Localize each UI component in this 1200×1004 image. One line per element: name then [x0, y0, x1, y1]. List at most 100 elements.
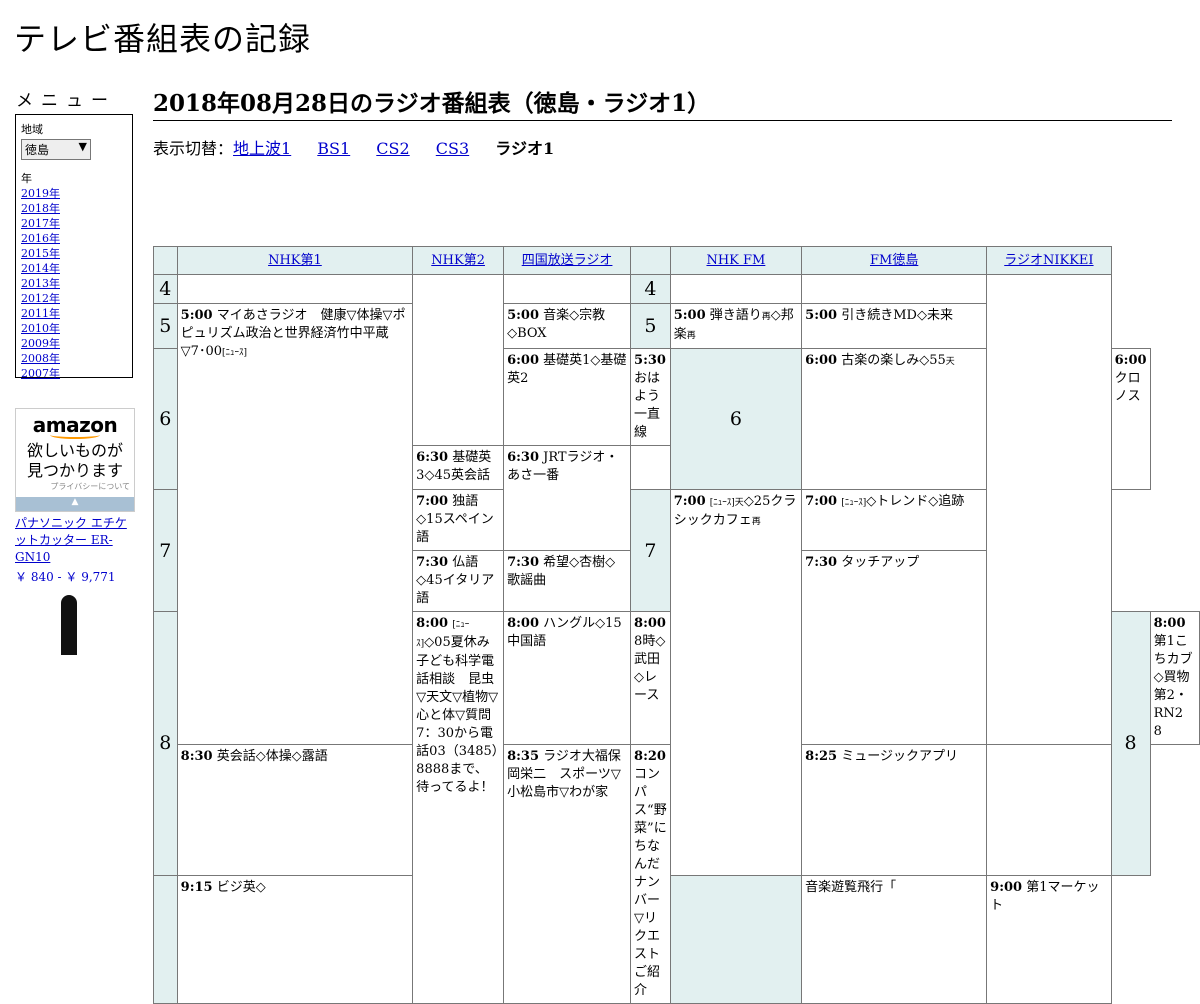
year-link[interactable]: 2017年 [21, 216, 127, 231]
program-title: タッチアップ [841, 555, 920, 570]
program-time: 7:00 [805, 494, 838, 509]
hour-cell: 7 [153, 489, 178, 612]
program-time: 8:30 [180, 749, 213, 764]
program-cell[interactable]: 6:00 古楽の楽しみ◇55天 [801, 348, 988, 490]
program-title: ビジ英◇ [216, 879, 266, 895]
program-title: 第1こちカブ◇買物第2・RN2 8 [1153, 634, 1197, 739]
channel-link-fmtokushima[interactable]: FM徳島 [870, 253, 918, 268]
channel-header: 四国放送ラジオ [503, 246, 632, 275]
program-title: ミュージックアプリ [841, 749, 958, 764]
year-link[interactable]: 2015年 [21, 246, 127, 261]
product-image[interactable] [61, 595, 77, 655]
year-link[interactable]: 2011年 [21, 306, 127, 321]
year-link[interactable]: 2010年 [21, 321, 127, 336]
program-cell[interactable]: 8:00 ハングル◇15中国語 [503, 611, 632, 745]
switch-link-terrestrial[interactable]: 地上波1 [233, 139, 291, 158]
program-time: 6:00 [507, 353, 540, 368]
amazon-logo: amazon [32, 413, 118, 437]
switch-link-cs3[interactable]: CS3 [436, 139, 469, 158]
program-cell[interactable]: 7:00 [ﾆｭｰｽ]天◇25クラシックカフェ再 [669, 489, 803, 876]
program-time: 8:00 [507, 616, 540, 631]
program-cell[interactable]: 8:25 ミュージックアプリ [801, 744, 988, 876]
program-time: 5:00 [673, 308, 706, 323]
year-link[interactable]: 2014年 [21, 261, 127, 276]
channel-link-nikkei[interactable]: ラジオNIKKEI [1004, 253, 1093, 268]
program-cell[interactable]: 8:30 英会話◇体操◇露語 [176, 744, 414, 876]
switch-current: ラジオ1 [495, 139, 555, 158]
program-cell[interactable]: 9:15 ビジ英◇ [176, 874, 414, 1004]
program-time: 7:00 [673, 494, 706, 509]
program-cell[interactable]: 6:30 基礎英3◇45英会話 [412, 445, 505, 490]
channel-link-nhk2[interactable]: NHK第2 [431, 253, 485, 268]
channel-header: NHK第1 [176, 246, 414, 275]
program-cell[interactable]: 9:00 第1マーケット [986, 874, 1112, 1004]
rerun-mark: 再 [751, 517, 761, 527]
year-link[interactable]: 2012年 [21, 291, 127, 306]
program-cell[interactable]: 5:00 弾き語り再◇邦楽再 [669, 303, 803, 349]
program-cell[interactable]: 7:00 [ﾆｭｰｽ]◇トレンド◇追跡 [801, 489, 988, 551]
year-link[interactable]: 2007年 [21, 366, 127, 381]
program-cell[interactable]: 8:00 [ﾆｭｰｽ]◇05夏休み子ども科学電話相談 昆虫▽天文▽植物▽心と体▽… [412, 611, 505, 1004]
year-link[interactable]: 2008年 [21, 351, 127, 366]
program-time: 6:00 [1114, 353, 1147, 368]
program-time: 7:00 [416, 494, 449, 509]
program-cell[interactable]: 5:30 おはよう一直線 [630, 348, 671, 446]
weather-mark: 天 [734, 498, 744, 508]
program-title: コンパス“野菜”にちなんだナンバー▽リクエストご紹介 [634, 767, 667, 998]
program-cell[interactable]: 音楽遊覧飛行「 [801, 874, 988, 1004]
hour-cell: 5 [630, 303, 671, 349]
ad-copy-line: 欲しいものが [26, 441, 123, 460]
program-cell[interactable]: 5:00 マイあさラジオ 健康▽体操▽ポピュリズム政治と世界経済竹中平蔵▽7･0… [176, 303, 414, 745]
program-time: 5:00 [180, 308, 213, 323]
channel-link-jrt[interactable]: 四国放送ラジオ [522, 253, 613, 268]
program-cell[interactable]: 6:00 基礎英1◇基礎英2 [503, 348, 632, 446]
switch-link-bs1[interactable]: BS1 [317, 139, 350, 158]
program-cell[interactable]: 6:30 JRTラジオ・あさ一番 [503, 445, 632, 551]
year-link[interactable]: 2016年 [21, 231, 127, 246]
region-select[interactable]: 徳島 ▼ [21, 139, 91, 160]
product-price: ￥ 840 - ￥ 9,771 [15, 570, 116, 584]
rerun-mark: 再 [761, 312, 771, 322]
program-cell[interactable]: 8:00 第1こちカブ◇買物第2・RN2 8 [1149, 611, 1200, 745]
year-link[interactable]: 2013年 [21, 276, 127, 291]
program-cell[interactable]: 5:00 引き続きMD◇未来 [801, 303, 988, 349]
program-title: 音楽遊覧飛行「 [805, 879, 897, 895]
program-time: 9:00 [990, 879, 1023, 895]
channel-link-nhk1[interactable]: NHK第1 [268, 253, 322, 268]
year-link[interactable]: 2009年 [21, 336, 127, 351]
program-title: 古楽の楽しみ◇55 [841, 353, 946, 368]
hour-cell: 8 [153, 611, 178, 876]
program-time: 5:30 [634, 353, 666, 368]
program-cell[interactable]: 8:35 ラジオ大福保岡栄二 スポーツ▽小松島市▽わが家 [503, 744, 632, 1004]
hour-cell: 6 [669, 348, 803, 490]
program-cell[interactable]: 8:00 8時◇武田◇レース [630, 611, 671, 745]
program-time: 7:30 [416, 555, 449, 570]
amazon-ad[interactable]: amazon 欲しいものが 見つかります プライバシーについて ▲ [15, 408, 135, 512]
program-cell[interactable]: 8:20 コンパス“野菜”にちなんだナンバー▽リクエストご紹介 [630, 744, 671, 1004]
ad-privacy-link[interactable]: プライバシーについて [16, 481, 134, 492]
ad-expand-bar[interactable]: ▲ [16, 497, 134, 511]
program-title: クロノス [1114, 371, 1141, 404]
program-title: 英会話◇体操◇露語 [216, 749, 328, 764]
program-cell-empty [176, 274, 414, 304]
sidebar: メニュー 地域 徳島 ▼ 年 2019年 2018年 2017年 2016年 2… [15, 86, 135, 655]
program-cell[interactable]: 5:00 音楽◇宗教◇BOX [503, 303, 632, 349]
program-cell[interactable]: 7:30 希望◇杏樹◇歌謡曲 [503, 550, 632, 612]
switch-link-cs2[interactable]: CS2 [376, 139, 409, 158]
program-cell[interactable]: 7:30 タッチアップ [801, 550, 988, 745]
product-link[interactable]: パナソニック エチケットカッター ER-GN10 [15, 515, 135, 566]
program-cell[interactable]: 7:30 仏語◇45イタリア語 [412, 550, 505, 612]
menu-title: メニュー [16, 91, 116, 111]
channel-link-nhkfm[interactable]: NHK FM [706, 253, 765, 268]
hour-cell: 8 [1110, 611, 1151, 876]
channel-header: ラジオNIKKEI [986, 246, 1112, 275]
program-cell[interactable]: 6:00 クロノス [1110, 348, 1151, 490]
dropdown-arrow-icon: ▼ [78, 140, 87, 153]
program-time: 8:25 [805, 749, 838, 764]
year-link[interactable]: 2018年 [21, 201, 127, 216]
program-time: 9:15 [180, 879, 213, 895]
program-cell[interactable]: 7:00 独語◇15スペイン語 [412, 489, 505, 551]
year-link[interactable]: 2019年 [21, 186, 127, 201]
hour-cell: 4 [153, 274, 178, 304]
view-switcher: 表示切替：地上波1 BS1 CS2 CS3 ラジオ1 [153, 135, 554, 159]
